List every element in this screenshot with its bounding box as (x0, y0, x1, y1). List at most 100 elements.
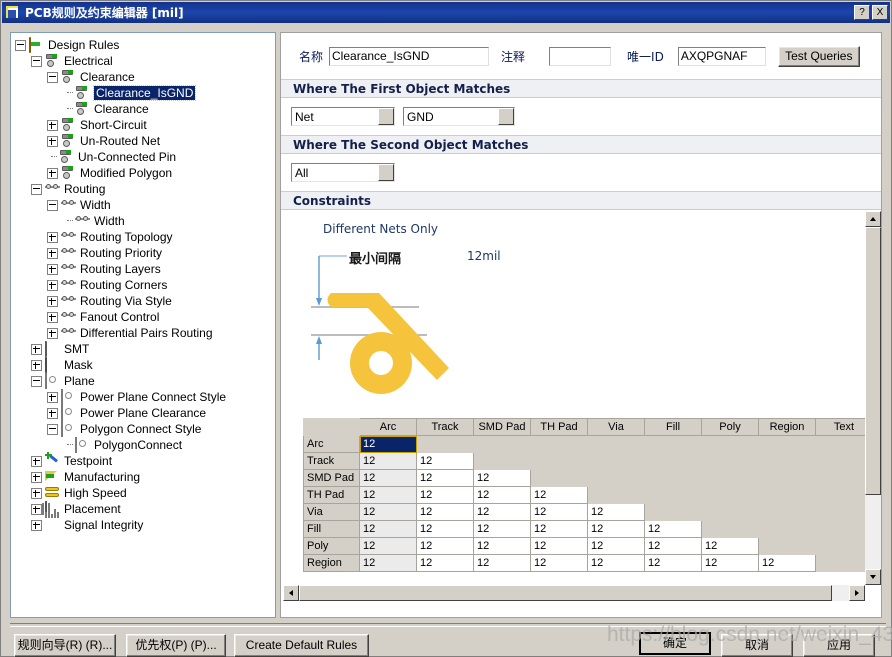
matrix-cell[interactable]: 12 (359, 486, 417, 504)
constraints-horizontal-scrollbar[interactable] (283, 585, 865, 601)
tree-item-differential-pairs-routing[interactable]: Differential Pairs Routing (15, 325, 273, 341)
help-button[interactable]: ? (854, 5, 870, 20)
matrix-column-header[interactable]: Track (416, 418, 474, 436)
tree-item-width[interactable]: Width (15, 213, 273, 229)
tree-item-clearance-isgnd[interactable]: Clearance_IsGND (15, 85, 273, 101)
constraints-vertical-scrollbar[interactable] (865, 211, 881, 585)
matrix-row-header[interactable]: SMD Pad (303, 469, 360, 487)
tree-item-power-plane-connect-style[interactable]: Power Plane Connect Style (15, 389, 273, 405)
matrix-row-header[interactable]: Region (303, 554, 360, 572)
matrix-cell[interactable]: 12 (416, 469, 474, 487)
expand-icon[interactable] (47, 263, 58, 275)
matrix-column-header[interactable]: SMD Pad (473, 418, 531, 436)
tree-item-manufacturing[interactable]: Manufacturing (15, 469, 273, 485)
matrix-cell[interactable]: 12 (758, 554, 816, 572)
priority-button[interactable]: 优先权(P) (P)... (126, 634, 226, 657)
cancel-button[interactable]: 取消 (721, 634, 793, 657)
matrix-cell[interactable]: 12 (416, 537, 474, 555)
matrix-cell[interactable]: 12 (473, 537, 531, 555)
collapse-icon[interactable] (47, 423, 58, 435)
matrix-column-header[interactable]: Region (758, 418, 816, 436)
expand-icon[interactable] (47, 311, 58, 323)
tree-item-fanout-control[interactable]: Fanout Control (15, 309, 273, 325)
tree-item-polygon-connect-style[interactable]: Polygon Connect Style (15, 421, 273, 437)
name-input[interactable] (329, 46, 490, 66)
matrix-cell[interactable]: 12 (359, 554, 417, 572)
collapse-icon[interactable] (31, 183, 42, 195)
matrix-row-header[interactable]: Poly (303, 537, 360, 555)
expand-icon[interactable] (47, 391, 58, 403)
collapse-icon[interactable] (31, 375, 42, 387)
matrix-column-header[interactable]: TH Pad (530, 418, 588, 436)
matrix-cell[interactable]: 12 (530, 520, 588, 538)
tree-item-plane[interactable]: Plane (15, 373, 273, 389)
matrix-cell[interactable]: 12 (359, 537, 417, 555)
matrix-cell[interactable]: 12 (701, 537, 759, 555)
tree-item-routing-priority[interactable]: Routing Priority (15, 245, 273, 261)
rule-wizard-button[interactable]: 规则向导(R) (R)... (14, 634, 116, 657)
matrix-row-header[interactable]: Track (303, 452, 360, 470)
expand-icon[interactable] (47, 279, 58, 291)
collapse-icon[interactable] (15, 39, 26, 51)
expand-icon[interactable] (47, 231, 58, 243)
expand-icon[interactable] (47, 119, 58, 131)
tree-item-electrical[interactable]: Electrical (15, 53, 273, 69)
tree-item-power-plane-clearance[interactable]: Power Plane Clearance (15, 405, 273, 421)
expand-icon[interactable] (31, 455, 42, 467)
design-rules-tree[interactable]: Design Rules Electrical Clearance Clearance… (10, 32, 276, 618)
matrix-cell[interactable]: 12 (587, 520, 645, 538)
tree-item-clearance[interactable]: Clearance (15, 101, 273, 117)
matrix-row-header[interactable]: TH Pad (303, 486, 360, 504)
expand-icon[interactable] (31, 343, 42, 355)
matrix-cell[interactable]: 12 (359, 520, 417, 538)
matrix-column-header[interactable]: Text (815, 418, 873, 436)
first-object-scope-combo[interactable]: Net (291, 107, 395, 126)
tree-item-clearance[interactable]: Clearance (15, 69, 273, 85)
matrix-cell[interactable]: 12 (473, 469, 531, 487)
vertical-scroll-track[interactable] (865, 227, 881, 569)
matrix-cell[interactable]: 12 (473, 520, 531, 538)
apply-button[interactable]: 应用 (803, 634, 875, 657)
tree-item-mask[interactable]: Mask (15, 357, 273, 373)
matrix-row-header[interactable]: Fill (303, 520, 360, 538)
matrix-cell[interactable]: 12 (416, 486, 474, 504)
matrix-column-header[interactable]: Fill (644, 418, 702, 436)
horizontal-scroll-track[interactable] (299, 585, 849, 601)
tree-item-short-circuit[interactable]: Short-Circuit (15, 117, 273, 133)
matrix-cell[interactable]: 12 (587, 537, 645, 555)
tree-item-un-connected-pin[interactable]: Un-Connected Pin (15, 149, 273, 165)
matrix-row-header[interactable]: Arc (303, 435, 360, 453)
tree-item-modified-polygon[interactable]: Modified Polygon (15, 165, 273, 181)
matrix-cell[interactable]: 12 (473, 503, 531, 521)
expand-icon[interactable] (47, 167, 58, 179)
tree-item-design-rules[interactable]: Design Rules (15, 37, 273, 53)
collapse-icon[interactable] (47, 199, 58, 211)
tree-item-high-speed[interactable]: High Speed (15, 485, 273, 501)
matrix-cell[interactable]: 12 (473, 554, 531, 572)
matrix-cell[interactable]: 12 (530, 537, 588, 555)
matrix-cell[interactable]: 12 (644, 537, 702, 555)
matrix-cell[interactable]: 12 (530, 486, 588, 504)
ok-button[interactable]: 确定 (639, 632, 711, 655)
tree-item-signal-integrity[interactable]: Signal Integrity (15, 507, 273, 533)
matrix-column-header[interactable]: Via (587, 418, 645, 436)
vertical-scroll-thumb[interactable] (865, 227, 881, 495)
matrix-cell[interactable]: 12 (359, 503, 417, 521)
collapse-icon[interactable] (31, 55, 42, 67)
expand-icon[interactable] (47, 295, 58, 307)
scroll-up-button[interactable] (865, 211, 881, 227)
tree-item-routing-layers[interactable]: Routing Layers (15, 261, 273, 277)
expand-icon[interactable] (47, 407, 58, 419)
tree-item-routing-topology[interactable]: Routing Topology (15, 229, 273, 245)
expand-icon[interactable] (31, 503, 42, 515)
unique-id-input[interactable] (677, 46, 766, 66)
test-queries-button[interactable]: Test Queries (777, 45, 860, 67)
horizontal-scroll-thumb[interactable] (299, 585, 832, 601)
scroll-down-button[interactable] (865, 569, 881, 585)
expand-icon[interactable] (47, 247, 58, 259)
tree-item-routing-corners[interactable]: Routing Corners (15, 277, 273, 293)
matrix-cell[interactable]: 12 (530, 554, 588, 572)
matrix-cell[interactable]: 12 (359, 469, 417, 487)
expand-icon[interactable] (31, 519, 42, 531)
matrix-column-header[interactable]: Poly (701, 418, 759, 436)
